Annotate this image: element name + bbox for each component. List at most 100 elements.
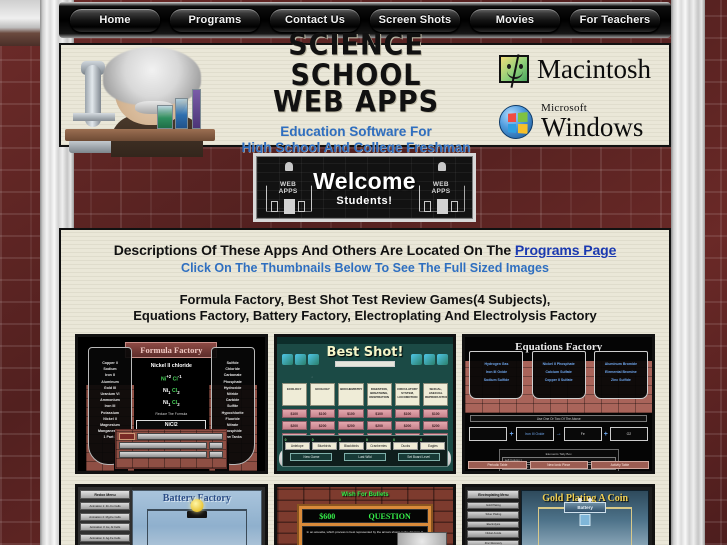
best-shot-value-0-0[interactable]: $100 — [281, 409, 307, 418]
redox-menu-title: Redox Menu — [80, 490, 130, 499]
equation-term-3: Fe — [580, 432, 585, 436]
redox-menu-item-3[interactable]: Animation 4: Ag-Fe Cells — [80, 533, 130, 542]
windows-orb-icon — [499, 105, 533, 139]
page-background: Home Programs Contact Us Screen Shots Mo… — [0, 0, 727, 545]
electroplating-menu-item-0[interactable]: Gold Plating — [467, 501, 520, 509]
thumbnail-formula-factory[interactable]: Formula Factory Copper II Sodium Iron II Al… — [75, 334, 268, 474]
best-shot-value-1-5[interactable]: $200 — [423, 421, 449, 430]
equations-bottom-button-2[interactable]: Activity Table — [590, 461, 649, 469]
best-shot-value-1-3[interactable]: $200 — [366, 421, 392, 430]
schoolhouse-label-right-line2: APPS — [431, 187, 451, 195]
best-shot-category-3[interactable]: DIGESTION, BREATHING, RESPIRATION — [366, 383, 392, 406]
equations-factory-beakers: Hydrogen Gas Iron III Oxide Sodium Sulfide… — [465, 351, 652, 399]
best-shot-value-0-4[interactable]: $100 — [394, 409, 421, 418]
descriptions-line: Descriptions Of These Apps And Others Ar… — [75, 242, 655, 258]
best-shot-category-5[interactable]: SEXUAL, ASEXUAL REPRODUCTION — [423, 383, 449, 406]
host-photo — [397, 532, 448, 545]
schoolhouse-label-right-line1: WEB — [432, 180, 449, 188]
electroplating-menu: Electroplating Menu Gold Plating Silver P… — [465, 487, 521, 545]
thumbnail-battery-factory[interactable]: Redox Menu Animation 1: Zn-Cu Cells Anima… — [75, 484, 268, 545]
redox-menu-item-0[interactable]: Animation 1: Zn-Cu Cells — [80, 502, 130, 510]
best-shot-value-1-1[interactable]: $200 — [309, 421, 336, 430]
best-shot-value-0-1[interactable]: $100 — [309, 409, 336, 418]
decorative-column-right — [671, 0, 705, 545]
equations-beaker-1-item-2[interactable]: Sodium Sulfide — [470, 376, 522, 384]
thumbnail-gold-plating[interactable]: Electroplating Menu Gold Plating Silver P… — [462, 484, 655, 545]
best-shot-value-0-5[interactable]: $100 — [423, 409, 449, 418]
nav-item-for-teachers[interactable]: For Teachers — [569, 7, 661, 33]
best-shot-category-1[interactable]: ECOLOGY — [309, 383, 336, 406]
app-list-line2: Equations Factory, Battery Factory, Elec… — [133, 308, 597, 323]
equations-beaker-1: Hydrogen Gas Iron III Oxide Sodium Sulfide — [469, 351, 524, 399]
schoolhouse-label-left-line1: WEB — [280, 180, 297, 188]
macintosh-label: Macintosh — [537, 54, 651, 84]
best-shot-team-name-1[interactable]: Bluebirds — [311, 442, 337, 450]
redox-menu-item-2[interactable]: Animation 3: Au, Al Cells — [80, 523, 130, 531]
best-shot-team-name-2[interactable]: Blackbirds — [338, 442, 364, 450]
best-shot-team-2: 0 Blackbirds — [338, 438, 364, 450]
windows-logo-row: Microsoft Windows — [499, 103, 643, 141]
formula-factory-compound: Nickel II chloride — [150, 363, 192, 369]
thumbnails-instruction: Click On The Thumbnails Below To See The… — [181, 261, 549, 275]
formula-factory-console — [115, 429, 228, 469]
equations-beaker-3-item-1[interactable]: Elemental Bromine — [595, 368, 647, 376]
main-content-panel: Descriptions Of These Apps And Others Ar… — [59, 228, 671, 545]
best-shot-value-0-3[interactable]: $100 — [366, 409, 392, 418]
nav-item-movies[interactable]: Movies — [469, 7, 561, 33]
redox-menu-item-1[interactable]: Animation 2: Mg-Fe Cells — [80, 512, 130, 521]
nav-item-programs[interactable]: Programs — [169, 7, 261, 33]
equations-beaker-2: Nickel II Phosphate Calcium Sulfate Copper… — [531, 351, 586, 399]
thumbnail-equations-factory[interactable]: Equations Factory Hydrogen Gas Iron III O… — [462, 334, 655, 474]
best-shot-category-4[interactable]: CIRCULATORY SYSTEM, LOCOMOTION — [394, 383, 421, 406]
equations-beaker-1-item-1[interactable]: Iron III Oxide — [470, 368, 522, 376]
equations-bottom-button-1[interactable]: New Ionic Piece — [529, 461, 588, 469]
battery-factory-menu: Redox Menu Animation 1: Zn-Cu Cells Anima… — [78, 487, 132, 545]
test-tube-icon — [192, 89, 201, 129]
thumbnail-best-shot[interactable]: Best Shot! ECOLOGY ECOLOGY BIOCHEMISTRY … — [273, 334, 457, 474]
best-shot-category-0[interactable]: ECOLOGY — [281, 383, 307, 406]
electroplating-menu-item-4[interactable]: Zinc Recovery — [467, 539, 520, 545]
best-shot-team-name-0[interactable]: Antelope — [284, 442, 310, 450]
best-shot-button-0[interactable]: New Game — [290, 453, 333, 461]
beaker-green-icon — [157, 105, 173, 129]
best-shot-toolbar-icons — [277, 354, 454, 365]
best-shot-value-1-4[interactable]: $200 — [394, 421, 421, 430]
welcome-banner: WEB APPS Welcome Students! WEB APPS — [253, 153, 476, 222]
site-subtitle-line1: Education Software For — [280, 123, 432, 139]
thumbnail-wish-for-bullets[interactable]: Wish For Bullets $600 QUESTION In an amo… — [273, 484, 457, 545]
equations-factory-bottom-buttons: Periodic Table New Ionic Piece Activity Ta… — [468, 461, 649, 469]
electroplating-menu-item-3[interactable]: Nickel Anode — [467, 530, 520, 538]
electroplating-menu-item-2[interactable]: Electrolysis — [467, 520, 520, 528]
programs-page-link[interactable]: Programs Page — [515, 242, 617, 258]
best-shot-value-1-2[interactable]: $200 — [338, 421, 364, 430]
best-shot-team-name-3[interactable]: Cranberries — [366, 442, 392, 450]
app-list-line1: Formula Factory, Best Shot Test Review G… — [179, 292, 551, 307]
site-header-banner: SCIENCE SCHOOL WEB APPS Education Softwa… — [59, 30, 671, 157]
equations-bottom-button-0[interactable]: Periodic Table — [468, 461, 527, 469]
electroplating-menu-item-1[interactable]: Silver Plating — [467, 511, 520, 519]
best-shot-value-0-2[interactable]: $100 — [338, 409, 364, 418]
equations-beaker-3-item-0[interactable]: Aluminum Bromide — [595, 360, 647, 368]
best-shot-category-2[interactable]: BIOCHEMISTRY — [338, 383, 364, 406]
best-shot-team-name-5[interactable]: Eagles — [420, 442, 446, 450]
site-title-block: SCIENCE SCHOOL WEB APPS Education Softwa… — [221, 28, 491, 158]
beaker-blue-icon — [175, 98, 188, 129]
equations-beaker-2-item-1[interactable]: Calcium Sulfate — [533, 368, 585, 376]
best-shot-button-1[interactable]: Last Wild — [343, 453, 386, 461]
best-shot-team-name-4[interactable]: Ducks — [393, 442, 419, 450]
equations-beaker-2-item-2[interactable]: Copper II Sulfate — [533, 376, 585, 384]
best-shot-team-5: 0 Eagles — [420, 438, 446, 450]
equations-beaker-2-item-0[interactable]: Nickel II Phosphate — [533, 360, 585, 368]
best-shot-value-1-0[interactable]: $200 — [281, 421, 307, 430]
thumbnail-row-top: Formula Factory Copper II Sodium Iron II Al… — [75, 334, 655, 474]
question-label: QUESTION — [368, 511, 411, 521]
best-shot-value-row-0: $100 $100 $100 $100 $100 $100 — [281, 409, 449, 418]
nav-item-home[interactable]: Home — [69, 7, 161, 33]
schoolhouse-icon-left: WEB APPS — [263, 161, 313, 214]
welcome-text-block: Welcome Students! — [313, 168, 416, 207]
equations-beaker-1-item-0[interactable]: Hydrogen Gas — [470, 360, 522, 368]
equations-beaker-3-item-2[interactable]: Zinc Sulfide — [595, 376, 647, 384]
best-shot-button-2[interactable]: Set Board Level — [397, 453, 440, 461]
site-title-line1: SCIENCE SCHOOL — [288, 28, 424, 92]
microscope-icon — [307, 354, 319, 365]
